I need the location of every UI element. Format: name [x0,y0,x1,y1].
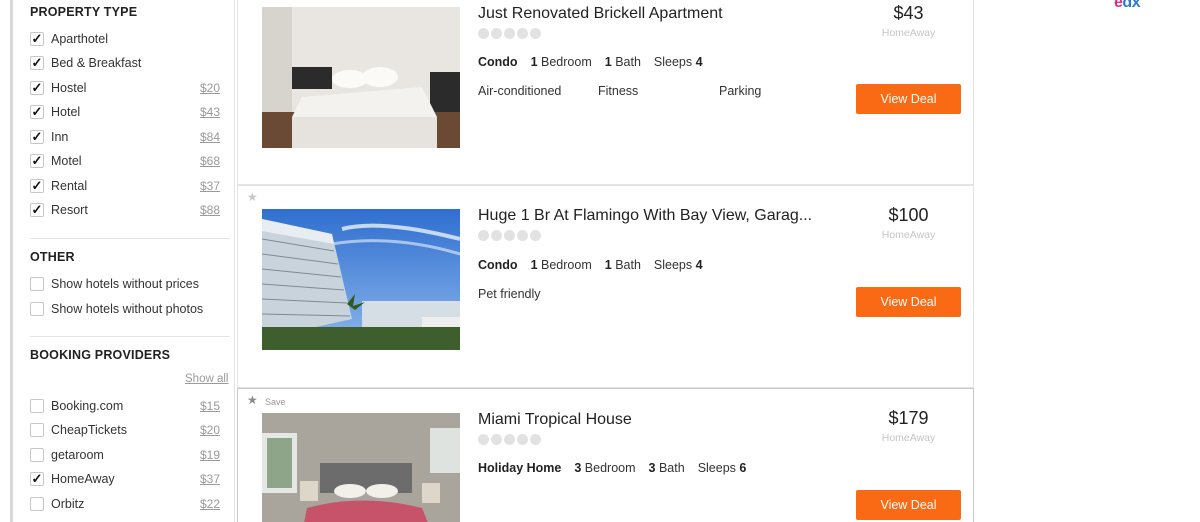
star-icon[interactable]: ★ [247,191,258,203]
filter-label: Show hotels without prices [51,277,199,291]
filter-label: Bed & Breakfast [51,56,142,70]
filter-rental[interactable]: ✓ Rental $37 [30,178,220,196]
checkbox[interactable] [30,423,44,437]
filter-label: Rental [51,179,88,193]
listing-title[interactable]: Miami Tropical House [478,411,632,429]
view-deal-button[interactable]: View Deal [856,84,961,114]
amenity: Pet friendly [478,287,541,301]
listing-details: Condo 1 Bedroom 1 Bath Sleeps 4 [478,55,703,69]
listing-provider: HomeAway [881,432,936,444]
results-list: Just Renovated Brickell Apartment Condo 1… [237,0,974,522]
provider-homeaway[interactable]: ✓ HomeAway $37 [30,471,220,489]
checkbox[interactable] [30,497,44,511]
filter-label: getaroom [51,448,104,462]
checkbox[interactable]: ✓ [30,472,44,486]
checkbox[interactable] [30,448,44,462]
filter-price-link[interactable]: $19 [200,448,220,462]
filter-bed-breakfast[interactable]: ✓ Bed & Breakfast [30,55,220,73]
amenity: Parking [719,84,762,98]
filter-label: Inn [51,130,69,144]
checkbox[interactable] [30,399,44,413]
partner-logo: edx [1114,0,1141,11]
filters-sidebar: PROPERTY TYPE ✓ Aparthotel ✓ Bed & Break… [13,0,235,522]
checkbox[interactable]: ✓ [30,154,44,168]
checkbox[interactable]: ✓ [30,56,44,70]
filter-without-prices[interactable]: Show hotels without prices [30,276,230,294]
filter-without-photos[interactable]: Show hotels without photos [30,301,230,319]
filter-label: Show hotels without photos [51,302,204,316]
filter-price-link[interactable]: $22 [200,497,220,511]
view-deal-button[interactable]: View Deal [856,287,961,317]
filter-label: Aparthotel [51,32,108,46]
rating-dots [478,230,541,241]
listing-title[interactable]: Huge 1 Br At Flamingo With Bay View, Gar… [478,207,812,225]
amenity: Air-conditioned [478,84,562,98]
view-deal-button[interactable]: View Deal [856,490,961,520]
listing-photo[interactable] [262,209,460,350]
section-divider [30,238,230,239]
filter-label: Hotel [51,105,81,119]
filter-motel[interactable]: ✓ Motel $68 [30,153,220,171]
filter-price-link[interactable]: $84 [200,130,220,144]
checkbox[interactable]: ✓ [30,179,44,193]
filter-price-link[interactable]: $20 [200,423,220,437]
listing-title[interactable]: Just Renovated Brickell Apartment [478,5,723,23]
checkbox[interactable]: ✓ [30,105,44,119]
filter-price-link[interactable]: $37 [200,179,220,193]
checkbox[interactable]: ✓ [30,81,44,95]
provider-orbitz[interactable]: Orbitz $22 [30,496,220,514]
filter-label: Booking.com [51,399,124,413]
filter-label: CheapTickets [51,423,127,437]
filter-hostel[interactable]: ✓ Hostel $20 [30,80,220,98]
checkbox[interactable]: ✓ [30,203,44,217]
star-icon[interactable]: ★ [247,394,258,406]
filter-price-link[interactable]: $43 [200,105,220,119]
show-all-link[interactable]: Show all [185,373,228,385]
listing-photo[interactable] [262,7,460,148]
filter-label: Orbitz [51,497,85,511]
listing-price: $179 [888,408,929,428]
filter-price-link[interactable]: $37 [200,472,220,486]
filter-label: Hostel [51,81,87,95]
filter-price-link[interactable]: $15 [200,399,220,413]
filter-price-link[interactable]: $68 [200,154,220,168]
filter-aparthotel[interactable]: ✓ Aparthotel [30,31,220,49]
property-type-title: PROPERTY TYPE [30,5,138,19]
listing-price: $43 [893,3,924,23]
save-label[interactable]: Save [265,397,286,407]
booking-providers-title: BOOKING PROVIDERS [30,348,171,362]
section-divider [30,336,230,337]
rating-dots [478,28,541,39]
filter-price-link[interactable]: $88 [200,203,220,217]
checkbox[interactable]: ✓ [30,32,44,46]
checkbox[interactable]: ✓ [30,130,44,144]
listing-provider: HomeAway [881,27,936,39]
checkbox[interactable] [30,302,44,316]
amenity: Fitness [598,84,639,98]
listing-card[interactable]: ★ Save Miami Tropical House Holiday Home… [237,388,974,522]
other-title: OTHER [30,250,75,264]
listing-details: Condo 1 Bedroom 1 Bath Sleeps 4 [478,258,703,272]
filter-label: Resort [51,203,88,217]
listing-card[interactable]: ★ Huge 1 Br At Flamingo With Bay View, G… [237,185,974,388]
listing-photo[interactable] [262,413,460,522]
listing-card[interactable]: Just Renovated Brickell Apartment Condo 1… [237,0,974,185]
filter-price-link[interactable]: $20 [200,81,220,95]
provider-booking[interactable]: Booking.com $15 [30,398,220,416]
provider-cheaptickets[interactable]: CheapTickets $20 [30,422,220,440]
listing-provider: HomeAway [881,229,936,241]
listing-details: Holiday Home 3 Bedroom 3 Bath Sleeps 6 [478,461,747,475]
filter-label: HomeAway [51,472,115,486]
rating-dots [478,434,541,445]
filter-inn[interactable]: ✓ Inn $84 [30,129,220,147]
filter-hotel[interactable]: ✓ Hotel $43 [30,104,220,122]
filter-label: Motel [51,154,82,168]
listing-price: $100 [888,205,929,225]
filter-resort[interactable]: ✓ Resort $88 [30,202,220,220]
checkbox[interactable] [30,277,44,291]
provider-getaroom[interactable]: getaroom $19 [30,447,220,465]
